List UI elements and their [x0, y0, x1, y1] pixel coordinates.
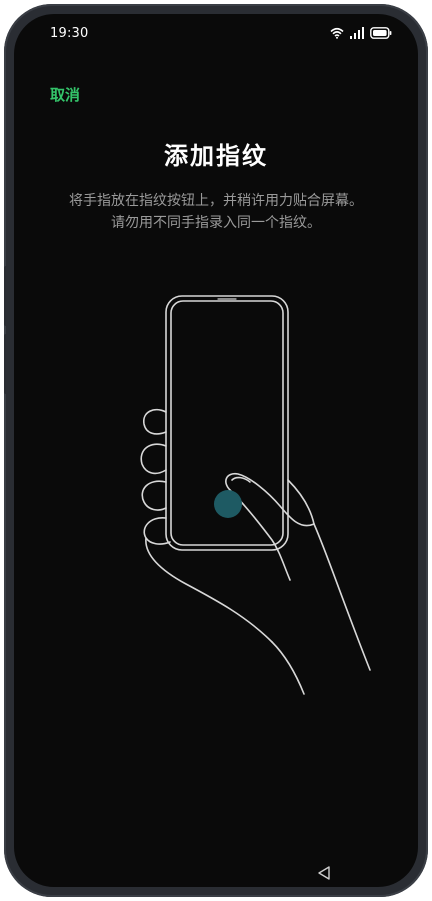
phone-in-hand-illustration [14, 294, 418, 714]
volume-down-button [4, 334, 8, 394]
triangle-back-icon[interactable] [316, 865, 332, 885]
instruction-line-2: 请勿用不同手指录入同一个指纹。 [111, 215, 321, 231]
page-title: 添加指纹 [164, 142, 268, 170]
volume-up-button [4, 266, 8, 326]
fingerprint-marker [214, 490, 242, 518]
status-time: 19:30 [50, 26, 89, 41]
status-icons [330, 27, 392, 39]
screen: 19:30 取消 添加指纹 将手指放在指纹按钮上，并稍许用力贴合屏幕。 请勿用不… [14, 14, 418, 887]
device-frame: 19:30 取消 添加指纹 将手指放在指纹按钮上，并稍许用力贴合屏幕。 请勿用不… [4, 4, 428, 897]
instruction-line-1: 将手指放在指纹按钮上，并稍许用力贴合屏幕。 [69, 193, 363, 209]
wifi-icon [330, 27, 344, 39]
signal-icon [350, 27, 364, 39]
instructions: 将手指放在指纹按钮上，并稍许用力贴合屏幕。 请勿用不同手指录入同一个指纹。 [34, 190, 398, 234]
cancel-button[interactable]: 取消 [50, 84, 80, 105]
status-bar: 19:30 [14, 14, 418, 54]
battery-icon [370, 27, 392, 39]
